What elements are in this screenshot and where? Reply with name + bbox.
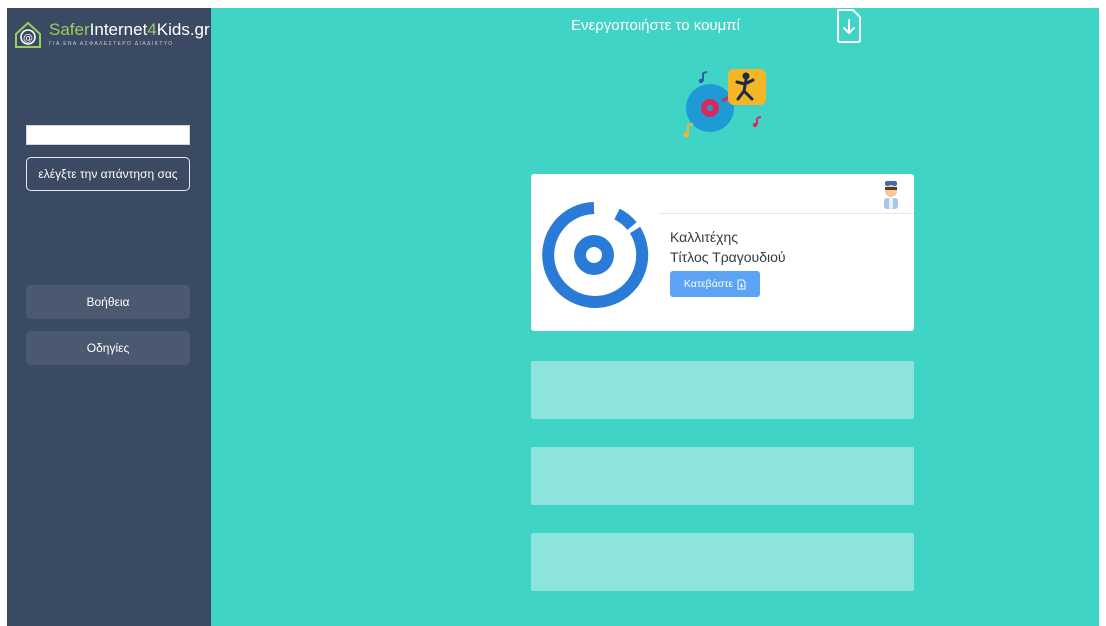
main-area: Ενεργοποιήστε το κουμπί Καλλιτέχης Τίτλο… [211, 8, 1099, 626]
app-frame: @ SaferInternet4Kids.gr ΓΙΑ ΕΝΑ ΑΣΦΑΛΕΣΤ… [7, 8, 1099, 626]
download-button-label: Κατεβάστε [683, 278, 734, 290]
song-slot-2 [531, 447, 914, 505]
music-dance-illustration [683, 69, 766, 138]
sidebar: @ SaferInternet4Kids.gr ΓΙΑ ΕΝΑ ΑΣΦΑΛΕΣΤ… [7, 8, 211, 626]
svg-text:@: @ [23, 33, 33, 44]
brand-name: SaferInternet4Kids.gr [49, 20, 210, 40]
artist-name: Καλλιτέχης [670, 229, 739, 245]
card-divider [659, 213, 914, 214]
download-file-icon [737, 279, 746, 289]
brand-part-2: Internet [89, 20, 148, 39]
brand-part-4: Kids.gr [156, 20, 210, 39]
download-button[interactable]: Κατεβάστε [670, 271, 760, 297]
kid-avatar-icon [884, 181, 898, 209]
answer-input[interactable] [26, 125, 190, 145]
brand-logo: @ SaferInternet4Kids.gr ΓΙΑ ΕΝΑ ΑΣΦΑΛΕΣΤ… [13, 20, 210, 50]
brand-tagline: ΓΙΑ ΕΝΑ ΑΣΦΑΛΕΣΤΕΡΟ ΔΙΑΔΙΚΤΥΟ [49, 41, 174, 47]
song-slot-3 [531, 533, 914, 591]
safer-internet-logo-icon: @ [15, 21, 41, 48]
instructions-button[interactable]: Οδηγίες [26, 331, 190, 365]
music-disc-icon [542, 202, 649, 308]
song-card: Καλλιτέχης Τίτλος Τραγουδιού Κατεβάστε [531, 174, 914, 331]
song-slot-1 [531, 361, 914, 419]
song-title: Τίτλος Τραγουδιού [670, 249, 786, 265]
brand-part-1: Safer [49, 20, 90, 39]
instruction-text: Ενεργοποιήστε το κουμπί [571, 17, 740, 34]
help-button[interactable]: Βοήθεια [26, 285, 190, 319]
brand-part-3: 4 [147, 20, 157, 39]
check-answer-button[interactable]: ελέγξτε την απάντηση σας [26, 157, 190, 191]
download-document-icon[interactable] [834, 8, 864, 44]
